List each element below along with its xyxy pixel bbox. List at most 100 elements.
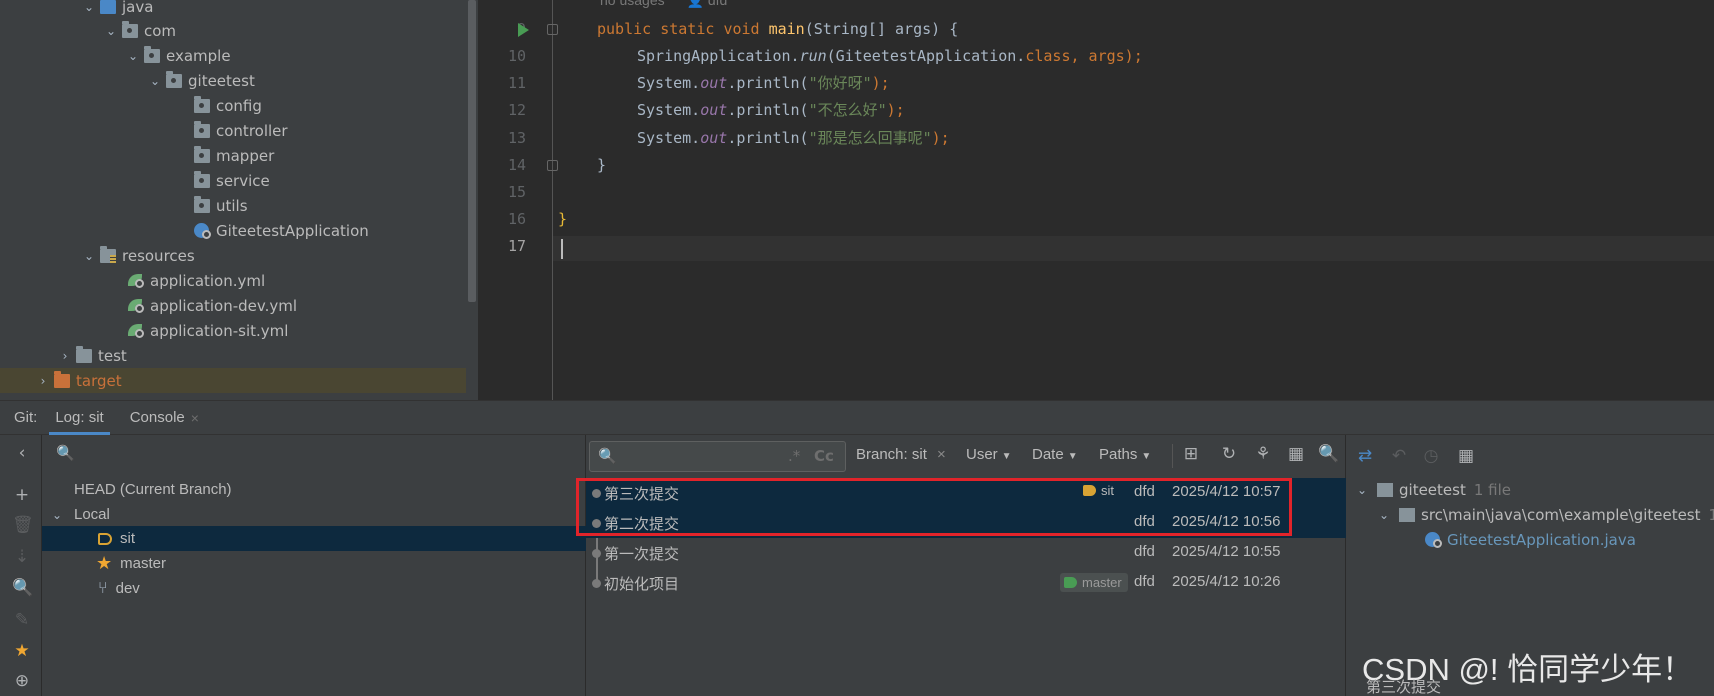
tab-console[interactable]: Console × (130, 400, 199, 435)
star-icon: ★ (96, 553, 113, 573)
refresh-icon[interactable]: ↻ (1219, 444, 1239, 464)
commit-search-input[interactable]: 🔍 .* Cc (589, 441, 846, 472)
date-filter[interactable]: Date ▼ (1032, 446, 1078, 463)
package-icon (194, 120, 210, 138)
fold-icon[interactable] (547, 160, 558, 171)
fetch-icon[interactable]: ⇣ (12, 547, 32, 567)
line-number: 11 (507, 74, 526, 92)
current-line-highlight (553, 236, 1714, 261)
branch-group-local[interactable]: ⌄ Local (50, 502, 110, 527)
chevron-down-icon[interactable]: ⌄ (148, 74, 162, 88)
package-icon (194, 145, 210, 163)
tree-item-example[interactable]: ⌄ example (0, 43, 466, 68)
paths-filter[interactable]: Paths ▼ (1099, 446, 1151, 463)
tree-item-application-dev-yml[interactable]: application-dev.yml (0, 293, 466, 318)
group-by-icon[interactable]: ▦ (1456, 446, 1476, 466)
chevron-down-icon: ▼ (1141, 451, 1152, 462)
search-icon[interactable]: 🔍 (12, 578, 33, 598)
package-icon (194, 195, 210, 213)
line-number: 14 (507, 156, 526, 174)
cherry-pick-icon[interactable]: ⚘ (1253, 444, 1273, 464)
settings-icon[interactable]: ⊕ (12, 671, 32, 691)
commit-row[interactable]: 初始化项目 master dfd 2025/4/12 10:26 (586, 568, 1346, 598)
details-file[interactable]: GiteetestApplication.java (1425, 527, 1636, 552)
add-icon[interactable]: + (12, 485, 32, 505)
edit-icon[interactable]: ✎ (12, 610, 32, 630)
tree-item-service[interactable]: service (0, 168, 466, 193)
chevron-down-icon[interactable]: ⌄ (126, 49, 140, 63)
commit-row[interactable]: 第一次提交 dfd 2025/4/12 10:55 (586, 538, 1346, 568)
tree-item-com[interactable]: ⌄ com (0, 18, 466, 43)
show-diff-icon[interactable]: ⇄ (1355, 446, 1375, 466)
chevron-down-icon[interactable]: ⌄ (82, 249, 96, 263)
spring-config-icon (128, 273, 144, 288)
package-icon (166, 70, 182, 88)
close-icon[interactable]: × (191, 410, 199, 426)
branch-head[interactable]: HEAD (Current Branch) (74, 477, 232, 502)
folder-icon (76, 345, 92, 363)
chevron-down-icon: ▼ (1001, 451, 1012, 462)
package-icon (144, 45, 160, 63)
tree-item-giteetest-application[interactable]: GiteetestApplication (0, 218, 466, 243)
tree-item-resources[interactable]: ⌄ resources (0, 243, 466, 268)
tree-item-mapper[interactable]: mapper (0, 143, 466, 168)
fold-icon[interactable] (547, 24, 558, 35)
code-line-14: } (597, 156, 607, 174)
collapse-arrow-icon[interactable]: ‹ (12, 443, 32, 463)
resources-folder-icon (100, 245, 116, 263)
tree-item-giteetest[interactable]: ⌄ giteetest (0, 68, 466, 93)
chevron-down-icon[interactable]: ⌄ (82, 0, 96, 14)
chevron-right-icon[interactable]: › (58, 349, 72, 363)
code-line-9: public static void main(String[] args) { (597, 20, 959, 38)
author-icon: 👤 (686, 0, 704, 8)
line-number: 10 (507, 47, 526, 65)
spring-boot-class-icon (194, 222, 211, 239)
tree-item-application-sit-yml[interactable]: application-sit.yml (0, 318, 466, 343)
tree-item-application-yml[interactable]: application.yml (0, 268, 466, 293)
branch-item-dev[interactable]: ⑂ dev (42, 576, 140, 601)
branch-filter[interactable]: Branch: sit × (856, 446, 946, 463)
chevron-down-icon[interactable]: ⌄ (104, 24, 118, 38)
user-filter[interactable]: User ▼ (966, 446, 1012, 463)
history-icon[interactable]: ◷ (1421, 446, 1441, 466)
tree-item-config[interactable]: config (0, 93, 466, 118)
details-path[interactable]: ⌄ src\main\java\com\example\giteetest 1 (1377, 502, 1714, 527)
favorite-star-icon[interactable]: ★ (12, 641, 32, 661)
chevron-down-icon[interactable]: ⌄ (1355, 483, 1369, 497)
view-options-icon[interactable]: ▦ (1286, 444, 1306, 464)
search-icon[interactable]: 🔍 (1318, 444, 1339, 464)
chevron-down-icon[interactable]: ⌄ (50, 508, 64, 522)
revert-icon[interactable]: ↶ (1389, 446, 1409, 466)
run-icon[interactable] (518, 23, 529, 37)
tree-item-target[interactable]: › target (0, 368, 466, 393)
tree-item-utils[interactable]: utils (0, 193, 466, 218)
match-case-toggle[interactable]: Cc (814, 447, 834, 465)
tree-item-java[interactable]: ⌄ java (0, 0, 466, 19)
details-root[interactable]: ⌄ giteetest 1 file (1355, 477, 1511, 502)
tab-log-sit[interactable]: Log: sit (49, 400, 111, 435)
code-line-16: } (558, 210, 568, 228)
tag-icon (98, 532, 112, 545)
branch-item-sit[interactable]: sit (42, 526, 586, 551)
search-icon: 🔍 (598, 447, 617, 465)
regex-toggle[interactable]: .* (788, 447, 800, 465)
gutter-separator (552, 0, 553, 400)
package-icon (194, 170, 210, 188)
tree-item-test[interactable]: › test (0, 343, 466, 368)
delete-icon[interactable]: 🗑 (12, 515, 34, 535)
scrollbar-thumb[interactable] (468, 0, 476, 302)
tree-item-controller[interactable]: controller (0, 118, 466, 143)
branch-search-input[interactable]: 🔍 (42, 440, 586, 470)
spring-boot-class-icon (1425, 531, 1442, 548)
clear-filter-icon[interactable]: × (937, 446, 946, 463)
line-number: 17 (507, 237, 526, 255)
tree-scrollbar[interactable] (466, 0, 478, 400)
highlight-annotation-box (576, 478, 1292, 536)
code-line-12: System.out.println("不怎么好"); (637, 101, 905, 119)
commit-message-preview: 第三次提交 (1366, 679, 1442, 696)
branch-item-master[interactable]: ★ master (42, 551, 166, 576)
chevron-down-icon[interactable]: ⌄ (1377, 508, 1391, 522)
new-branch-icon[interactable]: ⊞ (1181, 444, 1201, 464)
chevron-right-icon[interactable]: › (36, 374, 50, 388)
usage-hint[interactable]: no usages 👤 dfd (600, 0, 727, 9)
